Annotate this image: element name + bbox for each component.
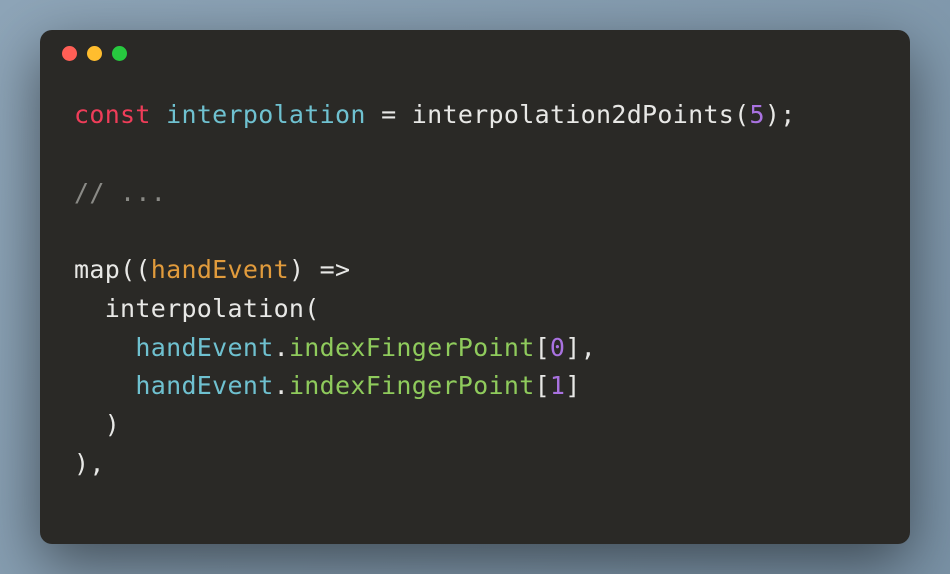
code-line-9: ) [74, 410, 120, 439]
arrow-function: ) => [289, 255, 350, 284]
close-icon[interactable] [62, 46, 77, 61]
code-line-8: handEvent.indexFingerPoint[1] [74, 371, 581, 400]
operator-equals: = [381, 100, 396, 129]
property-indexfingerpoint: indexFingerPoint [289, 371, 535, 400]
code-line-6: interpolation( [74, 294, 320, 323]
object-handevent: handEvent [135, 371, 273, 400]
number-literal: 0 [550, 333, 565, 362]
code-window: const interpolation = interpolation2dPoi… [40, 30, 910, 544]
number-literal: 1 [550, 371, 565, 400]
identifier-interpolation: interpolation [166, 100, 366, 129]
blank-line [74, 135, 876, 174]
minimize-icon[interactable] [87, 46, 102, 61]
blank-line [74, 212, 876, 251]
keyword-const: const [74, 100, 151, 129]
code-line-7: handEvent.indexFingerPoint[0], [74, 333, 596, 362]
code-line-1: const interpolation = interpolation2dPoi… [74, 100, 796, 129]
comment: // ... [74, 178, 166, 207]
code-line-5: map((handEvent) => [74, 255, 350, 284]
number-literal: 5 [750, 100, 765, 129]
code-line-3: // ... [74, 178, 166, 207]
code-line-10: ), [74, 449, 105, 478]
function-call: interpolation2dPoints [412, 100, 734, 129]
function-map: map [74, 255, 120, 284]
code-block: const interpolation = interpolation2dPoi… [40, 76, 910, 504]
param-handevent: handEvent [151, 255, 289, 284]
titlebar [40, 30, 910, 76]
property-indexfingerpoint: indexFingerPoint [289, 333, 535, 362]
function-interpolation: interpolation [105, 294, 305, 323]
maximize-icon[interactable] [112, 46, 127, 61]
object-handevent: handEvent [135, 333, 273, 362]
